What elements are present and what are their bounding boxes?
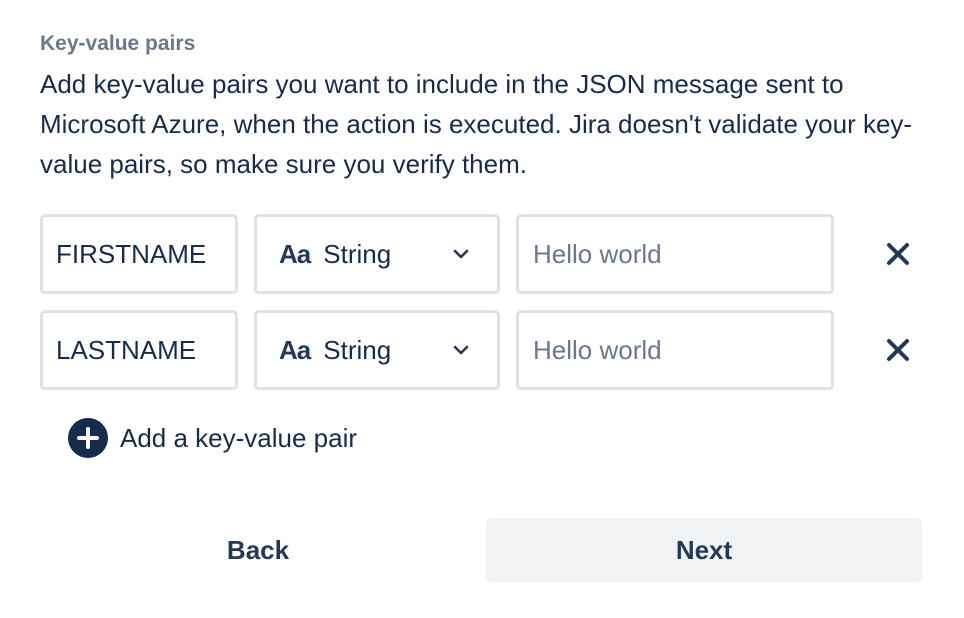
back-button[interactable]: Back: [40, 518, 476, 582]
back-button-label: Back: [226, 534, 290, 565]
type-select-value: String: [323, 238, 392, 269]
key-input[interactable]: FIRSTNAME: [40, 214, 238, 294]
section-label: Key-value pairs: [40, 32, 196, 55]
chevron-down-icon: [453, 345, 469, 355]
value-input-placeholder: Hello world: [533, 238, 662, 269]
value-input[interactable]: Hello world: [516, 214, 834, 294]
section-description: Add key-value pairs you want to include …: [40, 69, 913, 179]
key-input-value: FIRSTNAME: [56, 238, 207, 269]
add-key-value-pair-label: Add a key-value pair: [120, 422, 358, 453]
type-select-value: String: [323, 334, 392, 365]
value-input-placeholder: Hello world: [533, 334, 662, 365]
value-input[interactable]: Hello world: [516, 310, 834, 390]
string-type-icon: Aa: [279, 238, 311, 269]
chevron-down-icon: [453, 249, 469, 259]
close-icon[interactable]: [884, 240, 912, 268]
plus-circle-icon: [68, 418, 108, 458]
next-button[interactable]: Next: [486, 518, 922, 582]
type-select[interactable]: Aa String: [254, 214, 500, 294]
string-type-icon: Aa: [279, 334, 311, 365]
close-icon[interactable]: [884, 336, 912, 364]
add-key-value-pair-button[interactable]: Add a key-value pair: [68, 418, 357, 458]
key-input-value: LASTNAME: [56, 334, 197, 365]
key-input[interactable]: LASTNAME: [40, 310, 238, 390]
next-button-label: Next: [675, 534, 733, 565]
type-select[interactable]: Aa String: [254, 310, 500, 390]
